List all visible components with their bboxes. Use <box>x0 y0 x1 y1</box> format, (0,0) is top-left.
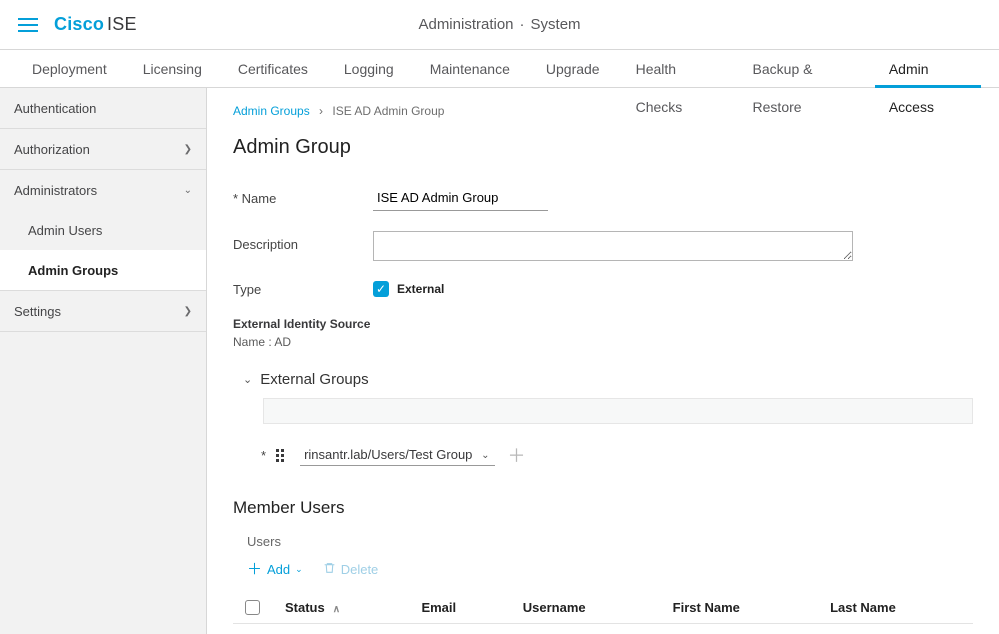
sidebar-authentication-label: Authentication <box>14 101 96 116</box>
page-header: Administration·System <box>418 16 580 33</box>
drag-icon[interactable] <box>276 449 286 462</box>
tab-maintenance[interactable]: Maintenance <box>416 50 524 88</box>
sidebar-authorization-label: Authorization <box>14 142 90 157</box>
breadcrumb: Admin Groups › ISE AD Admin Group <box>233 104 973 118</box>
tab-logging[interactable]: Logging <box>330 50 408 88</box>
col-first-name[interactable]: First Name <box>661 592 818 624</box>
external-group-select[interactable]: rinsantr.lab/Users/Test Group <box>300 444 495 466</box>
chevron-right-icon: ❯ <box>184 144 192 155</box>
brand: CiscoISE <box>54 14 137 35</box>
tab-backup-restore[interactable]: Backup & Restore <box>739 50 867 88</box>
main-content: Admin Groups › ISE AD Admin Group Admin … <box>207 88 999 634</box>
type-label: Type <box>233 282 373 297</box>
type-external-checkbox[interactable] <box>373 281 389 297</box>
table-empty: No data available <box>233 624 973 634</box>
sidebar-admin-users-label: Admin Users <box>28 223 102 238</box>
description-label: Description <box>233 231 373 252</box>
chevron-down-icon: ⌄ <box>295 564 303 575</box>
sidebar-admin-users[interactable]: Admin Users <box>0 210 206 250</box>
select-all-checkbox[interactable] <box>245 600 260 615</box>
brand-ise: ISE <box>107 14 137 34</box>
users-subheading: Users <box>233 534 973 549</box>
add-button-label: Add <box>267 562 290 577</box>
sort-asc-icon: ∧ <box>333 604 340 615</box>
col-username[interactable]: Username <box>511 592 661 624</box>
trash-icon <box>323 561 336 578</box>
col-last-name[interactable]: Last Name <box>818 592 973 624</box>
crumb-root[interactable]: Admin Groups <box>233 104 310 118</box>
sidebar-settings[interactable]: Settings ❯ <box>0 291 206 331</box>
plus-icon: ＋ <box>247 562 262 577</box>
description-field[interactable] <box>373 231 853 261</box>
name-label: Name <box>233 185 373 206</box>
add-group-icon[interactable]: ＋ <box>507 442 525 468</box>
page-title: Admin Group <box>233 136 973 159</box>
ext-id-source-name: Name : AD <box>233 335 973 349</box>
brand-cisco: Cisco <box>54 14 104 34</box>
menu-icon[interactable] <box>18 18 38 32</box>
delete-user-button[interactable]: Delete <box>323 561 379 578</box>
sidebar-admin-groups-label: Admin Groups <box>28 263 118 278</box>
sidebar-admin-groups[interactable]: Admin Groups <box>0 250 206 290</box>
tab-certificates[interactable]: Certificates <box>224 50 322 88</box>
header-section: System <box>531 16 581 33</box>
tab-health-checks[interactable]: Health Checks <box>622 50 731 88</box>
required-asterisk: * <box>261 448 266 463</box>
sidebar: Authentication Authorization ❯ Administr… <box>0 88 207 634</box>
tab-admin-access[interactable]: Admin Access <box>875 50 981 88</box>
external-groups-box <box>263 398 973 424</box>
col-status[interactable]: Status∧ <box>273 592 409 624</box>
col-email[interactable]: Email <box>409 592 510 624</box>
sidebar-administrators-label: Administrators <box>14 183 97 198</box>
name-field[interactable] <box>373 185 548 211</box>
ext-id-source-label: External Identity Source <box>233 317 973 331</box>
add-user-button[interactable]: ＋ Add ⌄ <box>247 562 303 577</box>
tab-deployment[interactable]: Deployment <box>18 50 121 88</box>
header-area: Administration <box>418 16 513 33</box>
users-table: Status∧ Email Username First Name Last N… <box>233 592 973 624</box>
tab-licensing[interactable]: Licensing <box>129 50 216 88</box>
crumb-current: ISE AD Admin Group <box>332 104 444 118</box>
external-groups-header[interactable]: ⌄ External Groups <box>243 371 973 388</box>
tab-upgrade[interactable]: Upgrade <box>532 50 614 88</box>
type-value: External <box>397 282 444 296</box>
sidebar-authentication[interactable]: Authentication <box>0 88 206 128</box>
tab-strip: Deployment Licensing Certificates Loggin… <box>0 50 999 88</box>
delete-button-label: Delete <box>341 562 379 577</box>
chevron-down-icon: ⌄ <box>184 185 192 196</box>
member-users-heading: Member Users <box>233 498 973 518</box>
sidebar-settings-label: Settings <box>14 304 61 319</box>
chevron-down-icon: ⌄ <box>243 373 252 386</box>
chevron-right-icon: ❯ <box>184 306 192 317</box>
sidebar-administrators[interactable]: Administrators ⌄ <box>0 170 206 210</box>
sidebar-authorization[interactable]: Authorization ❯ <box>0 129 206 169</box>
external-groups-label: External Groups <box>260 371 368 388</box>
